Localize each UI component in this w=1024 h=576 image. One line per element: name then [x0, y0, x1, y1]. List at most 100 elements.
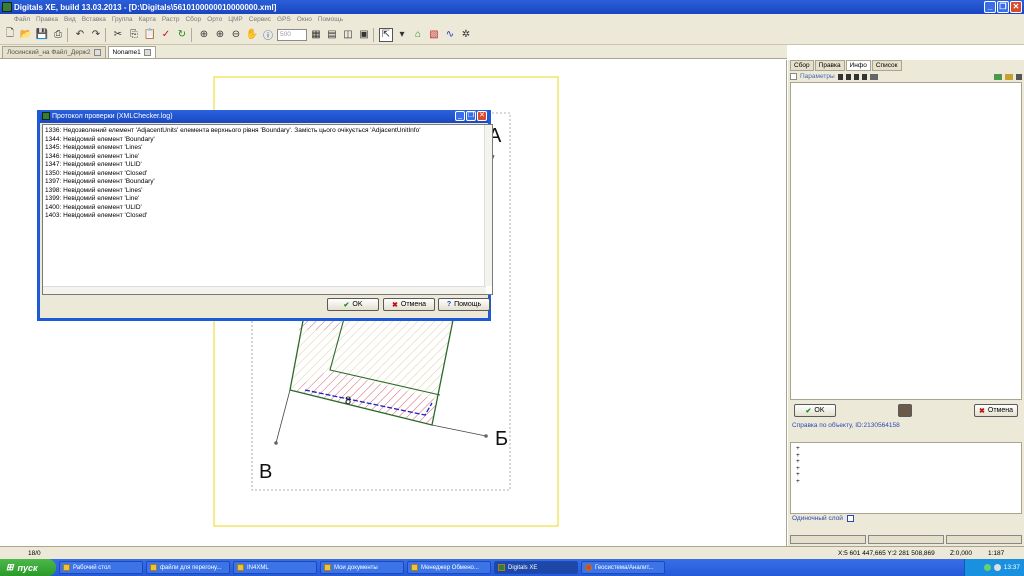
tab-collect[interactable]: Сбор: [790, 60, 814, 71]
zoom-out-icon[interactable]: ⊖: [229, 28, 243, 42]
raster-icon[interactable]: ▧: [427, 28, 441, 42]
eye-icon[interactable]: [898, 404, 912, 417]
close-tab-icon[interactable]: [143, 49, 151, 56]
help-question-icon: ?: [446, 301, 452, 308]
first-record-icon[interactable]: [837, 73, 843, 80]
export-icon[interactable]: [1005, 73, 1013, 80]
minimize-button[interactable]: _: [984, 1, 996, 13]
map-icon[interactable]: ▣: [357, 28, 371, 42]
taskbar-item-label: Digitals XE: [508, 564, 538, 571]
table-icon[interactable]: ▦: [309, 28, 323, 42]
maximize-button[interactable]: ❐: [997, 1, 1009, 13]
table-view-icon[interactable]: [869, 73, 878, 80]
close-button[interactable]: ✕: [1010, 1, 1022, 13]
cancel-x-icon: ✖: [392, 301, 398, 309]
taskbar-item-label: Мои документы: [334, 564, 378, 571]
attributes-area[interactable]: [790, 82, 1022, 400]
paste-icon[interactable]: 📋: [143, 28, 157, 42]
taskbar-item[interactable]: Digitals XE: [494, 561, 578, 574]
menu-service[interactable]: Сервис: [249, 16, 271, 23]
horizontal-scrollbar[interactable]: [43, 286, 486, 294]
tray-icon[interactable]: [993, 564, 1001, 571]
menu-raster[interactable]: Растр: [162, 16, 180, 23]
tray-icon[interactable]: [983, 564, 991, 571]
open-folder-icon[interactable]: 📂: [19, 28, 33, 42]
menu-ortho[interactable]: Орто: [207, 16, 222, 23]
prev-record-icon[interactable]: [845, 73, 851, 80]
doc-tab[interactable]: Лосинский_на Файл_Держ2: [2, 46, 106, 58]
print-icon[interactable]: ⎙: [51, 28, 65, 42]
folder-icon: [150, 564, 157, 571]
line-to-b: [431, 424, 487, 437]
tab-edit[interactable]: Правка: [814, 60, 845, 71]
bottom-button[interactable]: [868, 535, 944, 544]
taskbar-item[interactable]: Рабочий стол: [59, 561, 143, 574]
cut-icon[interactable]: ✂: [111, 28, 125, 42]
menu-insert[interactable]: Вставка: [82, 16, 106, 23]
menu-file[interactable]: Файл: [14, 16, 30, 23]
scale-input[interactable]: 500: [277, 28, 307, 41]
copy-icon[interactable]: ⎘: [127, 28, 141, 42]
next-record-icon[interactable]: [853, 73, 859, 80]
refresh-icon[interactable]: ↻: [175, 28, 189, 42]
menu-collect[interactable]: Сбор: [185, 16, 201, 23]
bottom-button[interactable]: [946, 535, 1022, 544]
close-tab-icon[interactable]: [93, 49, 101, 56]
doc-tab-label: Лосинский_на Файл_Держ2: [7, 49, 91, 56]
menu-dem[interactable]: ЦМР: [228, 16, 243, 23]
taskbar-item[interactable]: Мои документы: [320, 561, 404, 574]
grid-icon[interactable]: ▤: [325, 28, 339, 42]
zoom-window-icon[interactable]: ⊕: [197, 28, 211, 42]
dropdown-chevron-icon[interactable]: ▾: [395, 28, 409, 42]
checkmark-icon[interactable]: ✓: [159, 28, 173, 42]
redo-icon[interactable]: ↷: [89, 28, 103, 42]
save-icon[interactable]: 💾: [35, 28, 49, 42]
folder-icon[interactable]: [994, 73, 1002, 80]
menu-group[interactable]: Группа: [112, 16, 133, 23]
status-zoom: Z:0,000: [950, 549, 973, 557]
menu-window[interactable]: Окно: [297, 16, 312, 23]
panel-cancel-button[interactable]: ✖ Отмена: [974, 404, 1018, 417]
pan-hand-icon[interactable]: ✋: [245, 28, 259, 42]
taskbar-item[interactable]: Геосистема/Аналит...: [581, 561, 665, 574]
taskbar-item[interactable]: IN4XML: [233, 561, 317, 574]
menu-map[interactable]: Карта: [139, 16, 156, 23]
log-line: 1397: Невідомий елемент 'Boundary': [45, 178, 155, 185]
dialog-maximize-button[interactable]: ❐: [466, 111, 476, 121]
parameters-checkbox[interactable]: [790, 73, 797, 80]
dialog-ok-button[interactable]: ✔ OK: [327, 298, 379, 311]
bottom-button[interactable]: [790, 535, 866, 544]
panel-ok-label: OK: [814, 407, 825, 414]
dropdown-chevron-icon[interactable]: [1016, 73, 1022, 80]
taskbar-item[interactable]: Менеджер Обмено...: [407, 561, 491, 574]
doc-tab[interactable]: Noname1: [107, 46, 156, 58]
menu-view[interactable]: Вид: [64, 16, 76, 23]
zoom-in-icon[interactable]: ⊕: [213, 28, 227, 42]
select-arrow-icon[interactable]: ⇱: [379, 27, 393, 42]
toolbar-separator: [191, 27, 195, 42]
start-button[interactable]: ⊞ пуск: [0, 559, 56, 576]
building-icon[interactable]: ⌂: [411, 28, 425, 42]
info-icon[interactable]: ⓘ: [261, 28, 275, 42]
tab-info[interactable]: Инфо: [845, 60, 871, 71]
dialog-cancel-button[interactable]: ✖ Отмена: [383, 298, 435, 311]
network-icon[interactable]: ✲: [459, 28, 473, 42]
panel-ok-button[interactable]: ✔ OK: [794, 404, 836, 417]
curve-icon[interactable]: ∿: [443, 28, 457, 42]
dialog-help-button[interactable]: ? Помощь: [438, 298, 490, 311]
single-layer-checkbox[interactable]: [846, 515, 854, 522]
menu-help[interactable]: Помощь: [318, 16, 343, 23]
layers-icon[interactable]: ◫: [341, 28, 355, 42]
new-file-icon[interactable]: 🗋: [3, 28, 17, 42]
dialog-minimize-button[interactable]: _: [455, 111, 465, 121]
undo-icon[interactable]: ↶: [73, 28, 87, 42]
log-text-area[interactable]: 1336: Недозволений елемент 'AdjacentUnit…: [42, 124, 493, 295]
dialog-close-button[interactable]: ✕: [477, 111, 487, 121]
menu-edit[interactable]: Правка: [36, 16, 58, 23]
menu-gps[interactable]: GPS: [277, 16, 291, 23]
taskbar-item[interactable]: файли для перегону...: [146, 561, 230, 574]
last-record-icon[interactable]: [861, 73, 867, 80]
taskbar-item-label: Рабочий стол: [73, 564, 111, 571]
tab-list[interactable]: Список: [871, 60, 902, 71]
vertical-scrollbar[interactable]: [484, 125, 492, 286]
